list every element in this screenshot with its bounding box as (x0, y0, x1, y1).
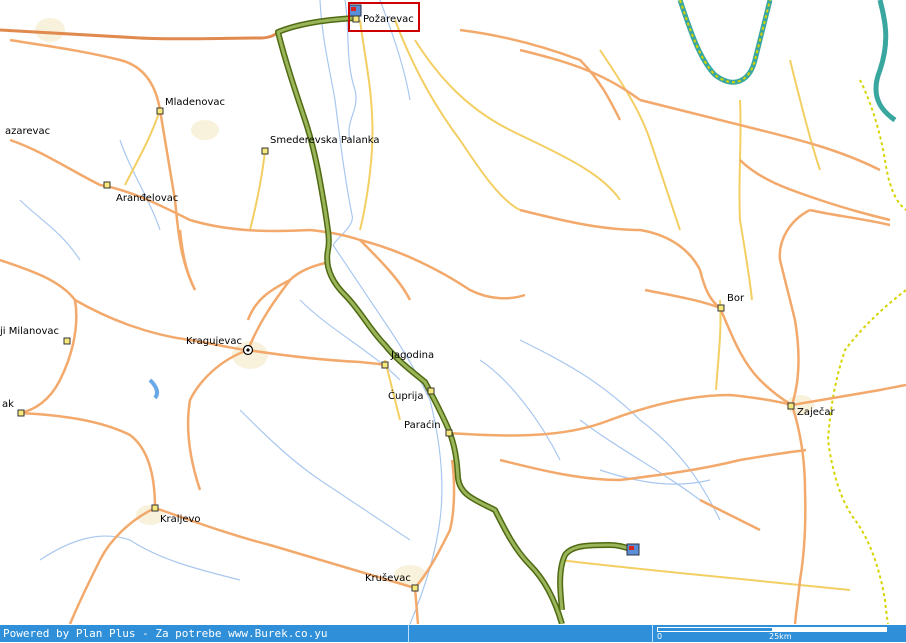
town-label-lazarevac: azarevac (5, 126, 50, 137)
scale-start-label: 0 (657, 632, 663, 641)
route-end-flag-icon[interactable] (626, 543, 640, 556)
danube (148, 0, 897, 400)
major-roads (0, 28, 906, 624)
town-label-pozarevac: Požarevac (363, 13, 414, 25)
town-label-kraljevo: Kraljevo (160, 514, 201, 525)
town-label-arandjelovac: Aranđelovac (116, 193, 178, 204)
town-label-smederevska-palanka: Smederevska Palanka (270, 135, 380, 146)
town-label-mladenovac: Mladenovac (165, 97, 225, 108)
planned-route (275, 15, 635, 624)
town-label-krusevac: Kruševac (365, 572, 411, 584)
route-start-flag-icon[interactable] (348, 4, 362, 17)
town-label-zajecar: Zaječar (797, 406, 836, 418)
town-label-kragujevac: Kragujevac (186, 336, 242, 347)
scale-end-label: 25km (769, 632, 792, 641)
town-label-jagodina: Jagodina (390, 350, 434, 361)
town-label-cacak: ak (2, 399, 14, 410)
scale-bar-area: 0 25km (655, 626, 903, 641)
kragujevac-capital-marker (242, 344, 254, 356)
status-divider (652, 625, 653, 643)
town-markers (17, 15, 795, 592)
status-bar: Powered by Plan Plus - Za potrebe www.Bu… (0, 624, 906, 643)
town-label-bor: Bor (727, 293, 745, 304)
status-divider (408, 625, 409, 643)
town-label-cuprija: Ćuprija (388, 389, 423, 402)
town-label-gornji-milanovac: ji Milanovac (0, 326, 59, 337)
powered-by-text: Powered by Plan Plus - Za potrebe www.Bu… (3, 627, 328, 640)
town-label-paracin: Paraćin (404, 419, 441, 431)
map-canvas[interactable]: Požarevac Mladenovac azarevac Smederevsk… (0, 0, 906, 624)
